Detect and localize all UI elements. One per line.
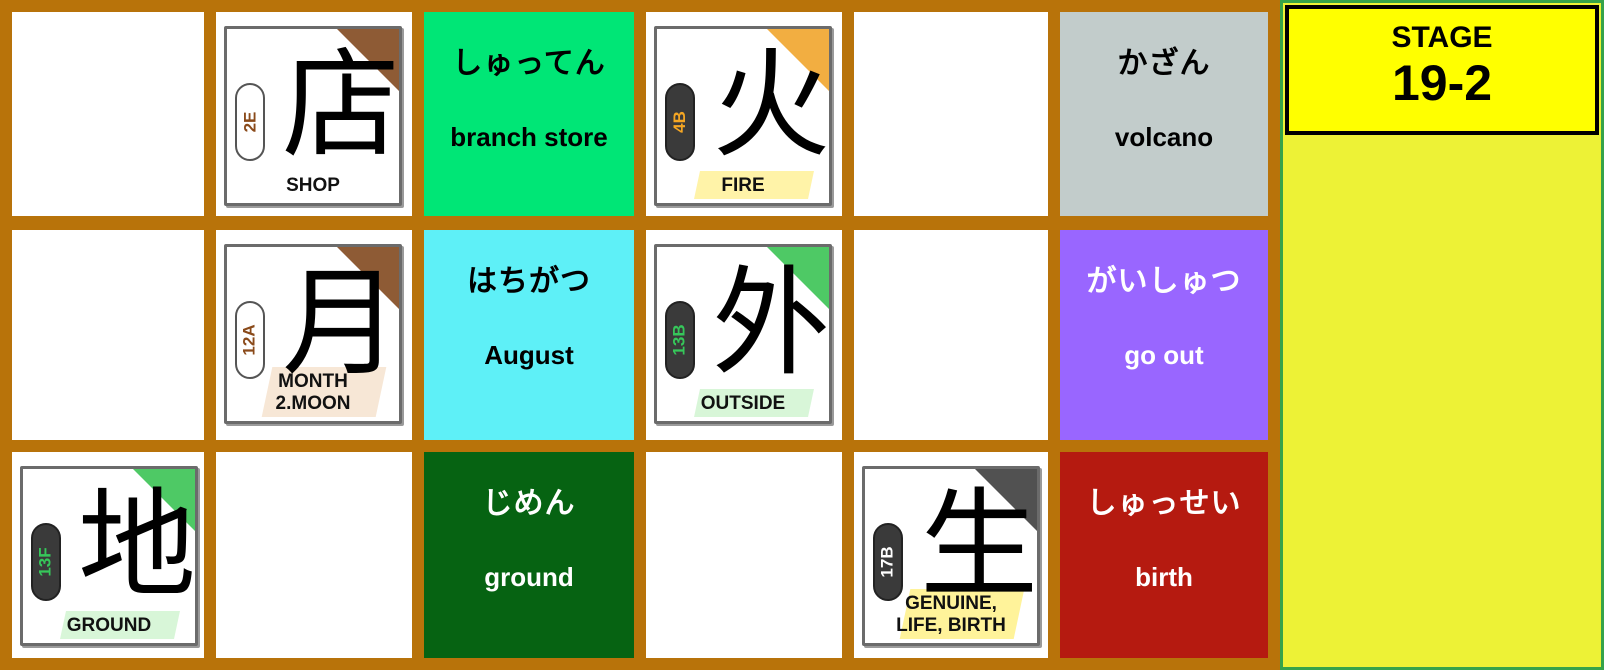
kanji-code: 13F: [36, 547, 56, 577]
empty-tile[interactable]: [854, 230, 1048, 440]
stage-label: STAGE: [1391, 21, 1493, 54]
word-card[interactable]: しゅってん branch store: [424, 12, 634, 216]
word-reading: はちがつ: [467, 264, 591, 299]
kanji-code: 13B: [670, 324, 689, 356]
kanji-card-face: 月 12A MONTH 2.MOON: [224, 244, 402, 424]
word-meaning: branch store: [450, 122, 608, 152]
kanji-glyph: 外: [711, 254, 830, 392]
stage-indicator: STAGE 19-2: [1285, 5, 1599, 135]
cloud-code-icon: 13B: [665, 301, 695, 379]
kanji-meaning: SHOP: [286, 175, 340, 196]
word-meaning: volcano: [1114, 122, 1214, 152]
word-card[interactable]: かざん volcano: [1060, 12, 1268, 216]
kanji-card[interactable]: 地 13F GROUND: [12, 452, 204, 658]
kanji-card[interactable]: 月 12A MONTH 2.MOON: [216, 230, 412, 440]
kanji-card[interactable]: 店 2E SHOP: [216, 12, 412, 216]
word-reading: がいしゅつ: [1086, 264, 1242, 299]
kanji-meaning: GENUINE, LIFE, BIRTH: [896, 593, 1006, 636]
kanji-meaning: FIRE: [721, 175, 765, 196]
kanji-glyph: 店: [281, 36, 400, 174]
empty-tile[interactable]: [646, 452, 842, 658]
empty-tile[interactable]: [216, 452, 412, 658]
empty-tile[interactable]: [854, 12, 1048, 216]
kanji-glyph: 地: [77, 476, 196, 614]
cloud-code-icon: 17B: [873, 523, 903, 601]
word-reading: かざん: [1117, 46, 1211, 81]
kanji-card[interactable]: 火 4B FIRE: [646, 12, 842, 216]
kanji-card-face: 地 13F GROUND: [20, 466, 198, 646]
cloud-code-icon: 2E: [235, 83, 265, 161]
empty-tile[interactable]: [12, 230, 204, 440]
kanji-card-face: 店 2E SHOP: [224, 26, 402, 206]
kanji-code: 2E: [239, 111, 259, 133]
empty-tile[interactable]: [12, 12, 204, 216]
stage-number: 19-2: [1391, 55, 1493, 111]
word-card[interactable]: しゅっせい birth: [1060, 452, 1268, 658]
kanji-card-face: 生 17B GENUINE, LIFE, BIRTH: [862, 466, 1040, 646]
word-meaning: August: [484, 340, 574, 370]
word-reading: しゅってん: [452, 46, 606, 81]
kanji-meaning: MONTH 2.MOON: [275, 371, 351, 414]
kanji-card-face: 外 13B OUTSIDE: [654, 244, 832, 424]
kanji-code: 4B: [669, 111, 689, 133]
word-card[interactable]: はちがつ August: [424, 230, 634, 440]
word-meaning: ground: [484, 562, 574, 592]
kanji-card[interactable]: 外 13B OUTSIDE: [646, 230, 842, 440]
cloud-code-icon: 12A: [235, 301, 265, 379]
word-meaning: birth: [1135, 562, 1193, 592]
word-reading: しゅっせい: [1086, 486, 1242, 521]
kanji-code: 17B: [878, 546, 897, 578]
word-card[interactable]: がいしゅつ go out: [1060, 230, 1268, 440]
cloud-code-icon: 4B: [665, 83, 695, 161]
word-reading: じめん: [482, 486, 576, 521]
cloud-code-icon: 13F: [31, 523, 61, 601]
kanji-meaning: GROUND: [66, 615, 152, 636]
kanji-card[interactable]: 生 17B GENUINE, LIFE, BIRTH: [854, 452, 1048, 658]
stage-panel: STAGE 19-2: [1280, 0, 1604, 670]
game-board: 店 2E SHOP しゅってん branch store 火 4B FIRE かざん vol…: [0, 0, 1280, 670]
word-meaning: go out: [1124, 340, 1204, 370]
word-card[interactable]: じめん ground: [424, 452, 634, 658]
kanji-code: 12A: [240, 324, 259, 356]
kanji-glyph: 火: [711, 36, 830, 174]
kanji-meaning: OUTSIDE: [700, 393, 786, 414]
kanji-card-face: 火 4B FIRE: [654, 26, 832, 206]
